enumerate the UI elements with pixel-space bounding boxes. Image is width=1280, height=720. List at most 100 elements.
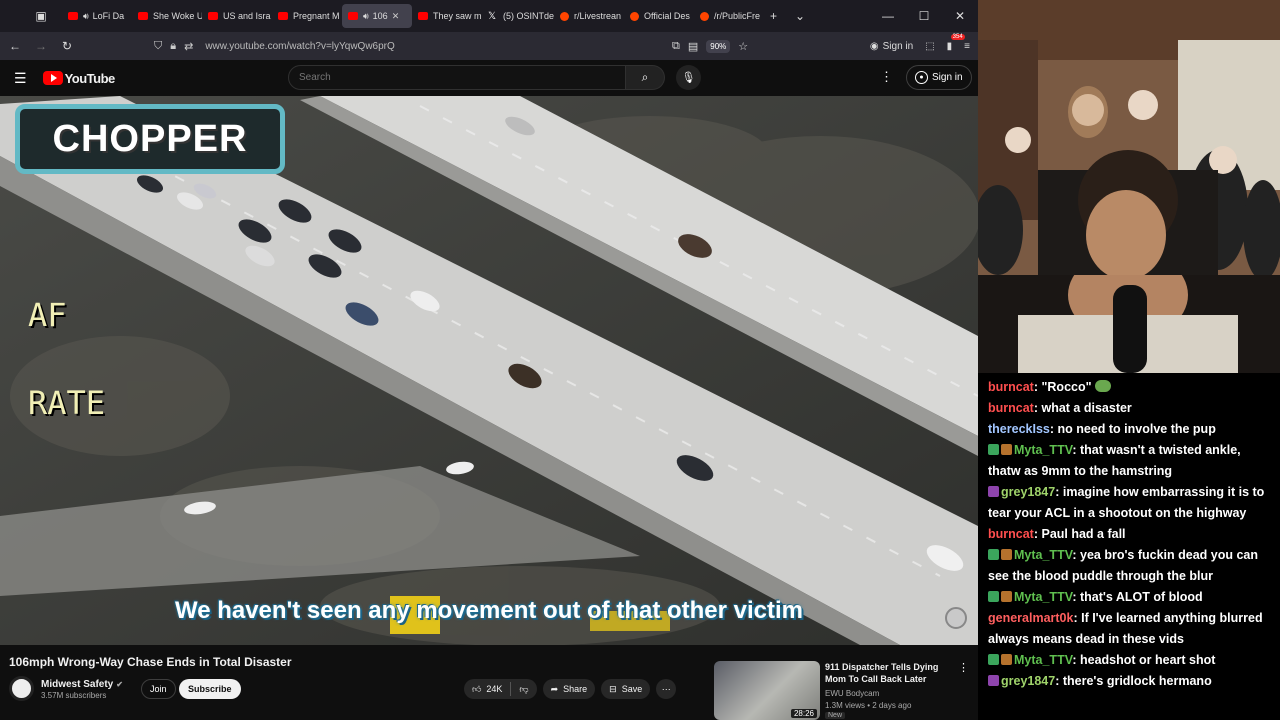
- guide-menu-icon[interactable]: ☰: [14, 70, 27, 87]
- tab-strip: ▣ 🔊︎ LoFi Da She Woke U US and Isra Pregnant…: [0, 0, 978, 32]
- like-button[interactable]: 👍︎ 24K: [472, 684, 502, 695]
- save-button[interactable]: ⊟ Save: [601, 679, 651, 699]
- list-all-tabs-icon[interactable]: ⌄: [795, 9, 805, 23]
- youtube-logo[interactable]: YouTube: [42, 71, 115, 86]
- chat-username[interactable]: Myta_TTV: [1014, 548, 1072, 562]
- x-favicon-icon: 𝕏: [488, 10, 497, 22]
- chat-username[interactable]: Myta_TTV: [1014, 653, 1072, 667]
- like-divider: [510, 682, 512, 696]
- permissions-icon[interactable]: ⇄: [184, 40, 193, 53]
- tab-label: 106: [372, 11, 388, 21]
- bookmark-icon: ⊟: [609, 683, 617, 694]
- hearing-room-image: [978, 0, 1280, 275]
- chat-username[interactable]: thereckIss: [988, 422, 1050, 436]
- chat-username[interactable]: Myta_TTV: [1014, 443, 1072, 457]
- chat-text: : what a disaster: [1033, 401, 1132, 415]
- more-actions-button[interactable]: ⋯: [656, 679, 677, 699]
- speaker-icon[interactable]: 🔊︎: [83, 11, 89, 22]
- youtube-favicon-icon: [208, 12, 218, 20]
- forward-icon[interactable]: →: [28, 34, 54, 58]
- video-actions: 👍︎ 24K 👎︎ ➦ Share ⊟ Save ⋯: [464, 679, 677, 699]
- frog-emote-icon: [1094, 380, 1111, 392]
- browser-tab[interactable]: 𝕏 (5) OSINTde: [482, 4, 554, 28]
- back-icon[interactable]: ←: [2, 34, 28, 58]
- lock-icon[interactable]: 🔒︎: [170, 40, 176, 53]
- youtube-signin-button[interactable]: ● Sign in: [906, 65, 972, 90]
- chat-username[interactable]: burncat: [988, 380, 1034, 394]
- recommendation-channel[interactable]: EWU Bodycam: [825, 689, 879, 698]
- share-button[interactable]: ➦ Share: [542, 679, 596, 699]
- chat-text: : headshot or heart shot: [1072, 653, 1216, 667]
- search-button[interactable]: ⌕: [626, 65, 665, 90]
- tab-label: She Woke U: [153, 11, 202, 21]
- channel-avatar[interactable]: [9, 676, 34, 701]
- extensions-icon[interactable]: ⬚: [925, 41, 934, 52]
- maximize-icon[interactable]: ☐: [906, 0, 942, 32]
- shield-icon[interactable]: ⛉: [154, 40, 162, 53]
- recommendation-duration: 28:26: [790, 709, 817, 718]
- chat-username[interactable]: generalmart0k: [988, 611, 1073, 625]
- tab-overview-icon[interactable]: ▣: [30, 5, 52, 27]
- chat-username[interactable]: grey1847: [1001, 485, 1055, 499]
- chat-username[interactable]: burncat: [988, 527, 1034, 541]
- chat-badge-icon: [988, 486, 999, 497]
- settings-kebab-icon[interactable]: ⋮: [880, 69, 893, 85]
- chat-message: Myta_TTV: headshot or heart shot: [988, 650, 1272, 671]
- voice-search-button[interactable]: 🎙︎: [676, 65, 701, 90]
- streamer-image: [978, 275, 1280, 373]
- close-window-icon[interactable]: ✕: [942, 0, 978, 32]
- chat-text: : no need to involve the pup: [1049, 422, 1216, 436]
- browser-tab[interactable]: They saw m: [412, 4, 482, 28]
- toolbar-right: ◉ Sign in ⬚ ▮ 354 ≡: [870, 33, 970, 58]
- channel-watermark-icon[interactable]: [945, 607, 967, 629]
- browser-tab[interactable]: She Woke U: [132, 4, 202, 28]
- chat-badge-icon: [1001, 444, 1012, 455]
- close-tab-icon[interactable]: ✕: [392, 11, 400, 22]
- video-player[interactable]: CHOPPER AF RATE We haven't seen any move…: [0, 96, 978, 645]
- chat-badge-icon: [988, 444, 999, 455]
- video-caption: We haven't seen any movement out of that…: [174, 597, 804, 624]
- channel-name-link[interactable]: Midwest Safety ✔: [41, 679, 123, 690]
- recommendation-menu-icon[interactable]: ⋮: [958, 661, 969, 674]
- browser-tab[interactable]: 🔊︎ LoFi Da: [62, 4, 132, 28]
- streamer-webcam: [978, 275, 1280, 373]
- browser-tab[interactable]: /r/PublicFre: [694, 4, 764, 28]
- chat-badge-icon: [1001, 654, 1012, 665]
- dislike-button[interactable]: 👎︎: [519, 684, 528, 695]
- chat-message: Myta_TTV: yea bro's fuckin dead you can …: [988, 545, 1272, 587]
- join-button[interactable]: Join: [141, 679, 176, 699]
- like-dislike-group: 👍︎ 24K 👎︎: [464, 679, 537, 699]
- browser-tab[interactable]: Pregnant M: [272, 4, 342, 28]
- like-count: 24K: [486, 684, 503, 694]
- search-input[interactable]: [288, 65, 626, 90]
- chat-username[interactable]: Myta_TTV: [1014, 590, 1072, 604]
- bookmark-star-icon[interactable]: ☆: [738, 40, 748, 53]
- thumbs-up-icon: 👍︎: [472, 683, 482, 694]
- chat-message: burncat: "Rocco": [988, 377, 1272, 398]
- chat-username[interactable]: burncat: [988, 401, 1034, 415]
- menu-icon[interactable]: ≡: [964, 41, 970, 52]
- speaker-icon[interactable]: 🔊︎: [363, 11, 369, 22]
- browser-tab[interactable]: r/Livestrean: [554, 4, 624, 28]
- screenshot-icon[interactable]: ▤: [688, 40, 698, 53]
- recommendation-title[interactable]: 911 Dispatcher Tells Dying Mom To Call B…: [825, 661, 940, 685]
- chat-message: thereckIss: no need to involve the pup: [988, 419, 1272, 440]
- youtube-signin-label: Sign in: [932, 72, 963, 83]
- browser-tab[interactable]: 🔊︎ 106 ✕: [342, 4, 412, 28]
- recommendation-thumbnail[interactable]: 28:26: [714, 661, 820, 720]
- browser-tab[interactable]: Official Des: [624, 4, 694, 28]
- addon-icon[interactable]: ▮ 354: [947, 33, 965, 52]
- chat-username[interactable]: grey1847: [1001, 674, 1055, 688]
- url-text[interactable]: www.youtube.com/watch?v=lyYqwQw6prQ: [205, 41, 394, 52]
- picture-in-picture-icon[interactable]: ⧉: [672, 40, 680, 53]
- reddit-favicon-icon: [630, 11, 639, 21]
- zoom-level[interactable]: 90%: [706, 39, 731, 53]
- minimize-icon[interactable]: —: [870, 0, 906, 32]
- subscribe-button[interactable]: Subscribe: [179, 679, 241, 699]
- account-button[interactable]: ◉ Sign in: [870, 41, 913, 52]
- new-tab-icon[interactable]: +: [770, 9, 777, 23]
- chat-text: : there's gridlock hermano: [1055, 674, 1212, 688]
- browser-tab[interactable]: US and Isra: [202, 4, 272, 28]
- reload-icon[interactable]: ↻: [54, 34, 80, 58]
- subscriber-count: 3.57M subscribers: [41, 691, 107, 700]
